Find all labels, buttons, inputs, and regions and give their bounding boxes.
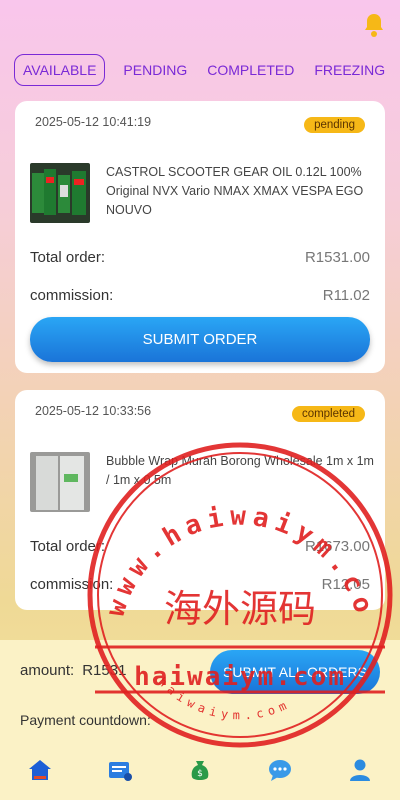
order-time: 2025-05-12 10:33:56	[35, 404, 152, 418]
product-image	[30, 163, 90, 223]
total-order-row: Total order: R1673.00	[30, 538, 370, 555]
product-name: CASTROL SCOOTER GEAR OIL 0.12L 100% Orig…	[106, 165, 364, 217]
tab-pending[interactable]: PENDING	[115, 55, 195, 85]
commission-value: R12.05	[321, 576, 370, 593]
commission-row: commission: R12.05	[30, 576, 370, 593]
amount-label: amount:	[20, 662, 75, 679]
amount-row: amount: R1531	[20, 662, 126, 679]
money-bag-icon[interactable]: $	[185, 755, 215, 785]
total-order-label: Total order:	[30, 249, 106, 266]
payment-countdown-label: Payment countdown:	[20, 712, 151, 728]
order-time: 2025-05-12 10:41:19	[35, 115, 152, 129]
commission-value: R11.02	[322, 287, 370, 304]
product-name: Bubble Wrap Murah Borong Wholesale 1m x …	[106, 454, 374, 487]
total-order-value: R1673.00	[304, 538, 370, 555]
svg-text:$: $	[197, 769, 203, 779]
amount-value: R1531	[82, 662, 127, 679]
total-order-label: Total order:	[30, 538, 106, 555]
total-order-row: Total order: R1531.00	[30, 249, 370, 266]
bottom-nav: $	[0, 740, 400, 800]
commission-label: commission:	[30, 576, 114, 593]
submit-all-orders-button[interactable]: SUBMIT ALL ORDERS	[210, 650, 380, 694]
submit-order-button[interactable]: SUBMIT ORDER	[30, 317, 370, 362]
commission-label: commission:	[30, 287, 114, 304]
status-badge: completed	[291, 406, 365, 422]
tab-completed[interactable]: COMPLETED	[199, 55, 302, 85]
commission-row: commission: R11.02	[30, 287, 370, 304]
home-icon[interactable]	[25, 755, 55, 785]
order-status-tabs: AVAILABLE PENDING COMPLETED FREEZING	[14, 54, 390, 86]
product-info: Bubble Wrap Murah Borong Wholesale 1m x …	[30, 452, 375, 512]
status-badge: pending	[304, 117, 365, 133]
summary-panel: amount: R1531 SUBMIT ALL ORDERS Payment c…	[0, 640, 400, 740]
profile-icon[interactable]	[345, 755, 375, 785]
order-card: 2025-05-12 10:33:56 completed Bubble Wra…	[15, 390, 385, 610]
chat-icon[interactable]	[265, 755, 295, 785]
order-card: 2025-05-12 10:41:19 pending CASTROL SCOO…	[15, 101, 385, 373]
tab-available[interactable]: AVAILABLE	[14, 54, 106, 86]
orders-icon[interactable]	[105, 755, 135, 785]
total-order-value: R1531.00	[304, 249, 370, 266]
tab-freezing[interactable]: FREEZING	[306, 55, 393, 85]
bell-icon[interactable]	[362, 12, 386, 38]
product-info: CASTROL SCOOTER GEAR OIL 0.12L 100% Orig…	[30, 163, 375, 223]
product-image	[30, 452, 90, 512]
